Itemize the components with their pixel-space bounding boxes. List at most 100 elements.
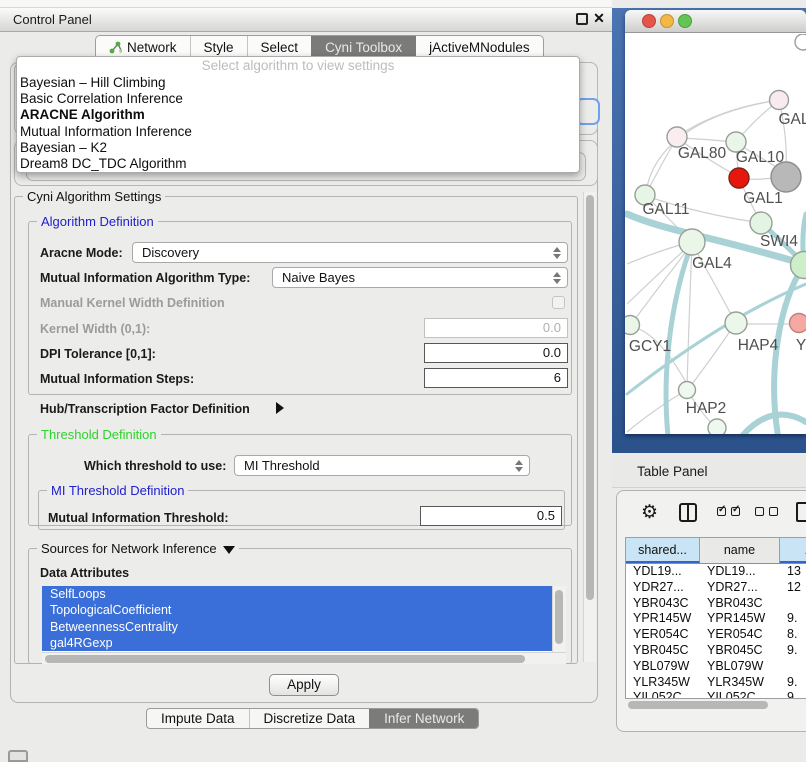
table-cell[interactable]: 9. xyxy=(780,643,806,659)
table-cell[interactable]: YDR27... xyxy=(700,580,780,596)
tab-impute-data[interactable]: Impute Data xyxy=(147,709,249,728)
collapsed-panel-icon[interactable] xyxy=(8,750,28,762)
column-header-shared[interactable]: shared... xyxy=(626,538,700,563)
zoom-traffic-light-icon[interactable] xyxy=(678,14,692,28)
attribute-item[interactable]: gal4RGexp xyxy=(42,635,552,651)
network-canvas[interactable]: GALGAL80GAL10GAL11GAL1SWI4GAL4GCY1HAP4YH… xyxy=(625,34,806,434)
network-node[interactable] xyxy=(708,419,726,434)
algorithm-option[interactable]: Basic Correlation Inference xyxy=(17,91,579,107)
table-cell[interactable]: 9. xyxy=(780,611,806,627)
network-node[interactable] xyxy=(795,34,806,50)
network-node-gal80[interactable] xyxy=(667,127,687,147)
table-cell[interactable]: YDR27... xyxy=(626,580,700,596)
table-row[interactable]: YDL19...YDL19...13 xyxy=(626,564,806,580)
table-cell[interactable]: YER054C xyxy=(700,627,780,643)
table-cell[interactable]: YBR043C xyxy=(700,596,780,612)
tab-discretize-data[interactable]: Discretize Data xyxy=(249,709,370,728)
kernel-width-field[interactable]: 0.0 xyxy=(424,318,568,338)
minimize-traffic-light-icon[interactable] xyxy=(660,14,674,28)
table-cell[interactable]: YER054C xyxy=(626,627,700,643)
gear-icon[interactable]: ⚙ xyxy=(641,501,658,524)
unchecked-checkbox-icon[interactable] xyxy=(755,507,764,516)
table-row[interactable]: YDR27...YDR27...12 xyxy=(626,580,806,596)
table-cell[interactable]: YLR345W xyxy=(626,675,700,691)
node-table[interactable]: shared...nameAYDL19...YDL19...13YDR27...… xyxy=(625,537,806,699)
algorithm-option[interactable]: Bayesian – Hill Climbing xyxy=(17,75,579,91)
mi-type-select[interactable]: Naive Bayes xyxy=(272,267,568,288)
network-node-hap2[interactable] xyxy=(679,382,696,399)
close-traffic-light-icon[interactable] xyxy=(642,14,656,28)
table-cell[interactable]: YLR345W xyxy=(700,675,780,691)
table-cell[interactable]: 8. xyxy=(780,627,806,643)
column-header-name[interactable]: name xyxy=(700,538,780,563)
column-header-A[interactable]: A xyxy=(780,538,806,563)
table-cell[interactable] xyxy=(780,659,806,675)
settings-vertical-scrollbar[interactable] xyxy=(583,192,596,662)
columns-icon[interactable] xyxy=(679,503,697,522)
checked-checkbox-icon[interactable] xyxy=(717,507,726,516)
table-cell[interactable]: YDL19... xyxy=(626,564,700,580)
mi-steps-field[interactable]: 6 xyxy=(424,368,568,388)
algorithm-option[interactable]: Dream8 DC_TDC Algorithm xyxy=(17,156,579,172)
network-edge[interactable] xyxy=(627,391,685,432)
table-row[interactable]: YPR145WYPR145W9. xyxy=(626,611,806,627)
apply-button[interactable]: Apply xyxy=(269,674,339,696)
network-node-gal4[interactable] xyxy=(679,229,705,255)
table-row[interactable]: YLR345WYLR345W9. xyxy=(626,675,806,691)
network-edge[interactable] xyxy=(647,139,676,192)
table-cell[interactable]: YDL19... xyxy=(700,564,780,580)
network-node-y[interactable] xyxy=(790,314,806,333)
manual-kernel-checkbox[interactable] xyxy=(552,296,565,309)
collapse-arrow-icon[interactable] xyxy=(223,546,235,554)
table-horizontal-scrollbar[interactable] xyxy=(625,699,806,711)
table-row[interactable]: YBR045CYBR045C9. xyxy=(626,643,806,659)
unchecked-checkbox-icon[interactable] xyxy=(769,507,778,516)
network-edge[interactable] xyxy=(630,326,690,390)
table-cell[interactable]: YPR145W xyxy=(626,611,700,627)
new-table-icon[interactable] xyxy=(796,502,806,522)
table-cell[interactable]: YBL079W xyxy=(626,659,700,675)
mi-threshold-field[interactable]: 0.5 xyxy=(420,506,562,526)
table-cell[interactable]: YPR145W xyxy=(700,611,780,627)
data-attributes-list[interactable]: SelfLoopsTopologicalCoefficientBetweenne… xyxy=(42,586,552,652)
attribute-item[interactable]: SelfLoops xyxy=(42,586,552,602)
network-node[interactable] xyxy=(771,162,801,192)
network-window-titlebar[interactable] xyxy=(625,10,806,33)
table-row[interactable]: YER054CYER054C8. xyxy=(626,627,806,643)
table-cell[interactable]: 13 xyxy=(780,564,806,580)
network-view-window[interactable]: GALGAL80GAL10GAL11GAL1SWI4GAL4GCY1HAP4YH… xyxy=(625,10,806,434)
network-edge[interactable] xyxy=(681,100,779,134)
network-node-gcy1[interactable] xyxy=(625,316,640,335)
attributes-vertical-scrollbar[interactable] xyxy=(552,586,566,652)
table-cell[interactable]: YIL052C xyxy=(700,690,780,699)
network-node[interactable] xyxy=(729,168,749,188)
float-window-icon[interactable] xyxy=(576,13,588,25)
table-cell[interactable]: YBR045C xyxy=(700,643,780,659)
tab-infer-network[interactable]: Infer Network xyxy=(369,709,478,728)
table-cell[interactable]: 12 xyxy=(780,580,806,596)
which-threshold-select[interactable]: MI Threshold xyxy=(234,455,530,476)
close-icon[interactable]: ✕ xyxy=(592,9,606,27)
algorithm-option[interactable]: Mutual Information Inference xyxy=(17,124,579,140)
attribute-item[interactable]: TopologicalCoefficient xyxy=(42,602,552,618)
aracne-mode-select[interactable]: Discovery xyxy=(132,242,568,263)
network-node-gal[interactable] xyxy=(770,91,789,110)
checked-checkbox-icon[interactable] xyxy=(731,507,740,516)
table-row[interactable]: YIL052CYIL052C9. xyxy=(626,690,806,699)
table-cell[interactable]: 9. xyxy=(780,690,806,699)
network-node-hap4[interactable] xyxy=(725,312,747,334)
expand-arrow-icon[interactable] xyxy=(276,402,284,414)
network-edge[interactable] xyxy=(632,244,692,323)
table-cell[interactable]: YBR045C xyxy=(626,643,700,659)
algorithm-option[interactable]: Bayesian – K2 xyxy=(17,140,579,156)
table-row[interactable]: YBR043CYBR043C xyxy=(626,596,806,612)
table-cell[interactable] xyxy=(780,596,806,612)
table-row[interactable]: YBL079WYBL079W xyxy=(626,659,806,675)
attributes-horizontal-scrollbar[interactable] xyxy=(42,652,566,664)
attribute-item[interactable]: BetweennessCentrality xyxy=(42,619,552,635)
dpi-tolerance-field[interactable]: 0.0 xyxy=(424,343,568,363)
table-cell[interactable]: YIL052C xyxy=(626,690,700,699)
table-cell[interactable]: YBR043C xyxy=(626,596,700,612)
table-cell[interactable]: YBL079W xyxy=(700,659,780,675)
algorithm-option[interactable]: ARACNE Algorithm xyxy=(17,107,579,123)
